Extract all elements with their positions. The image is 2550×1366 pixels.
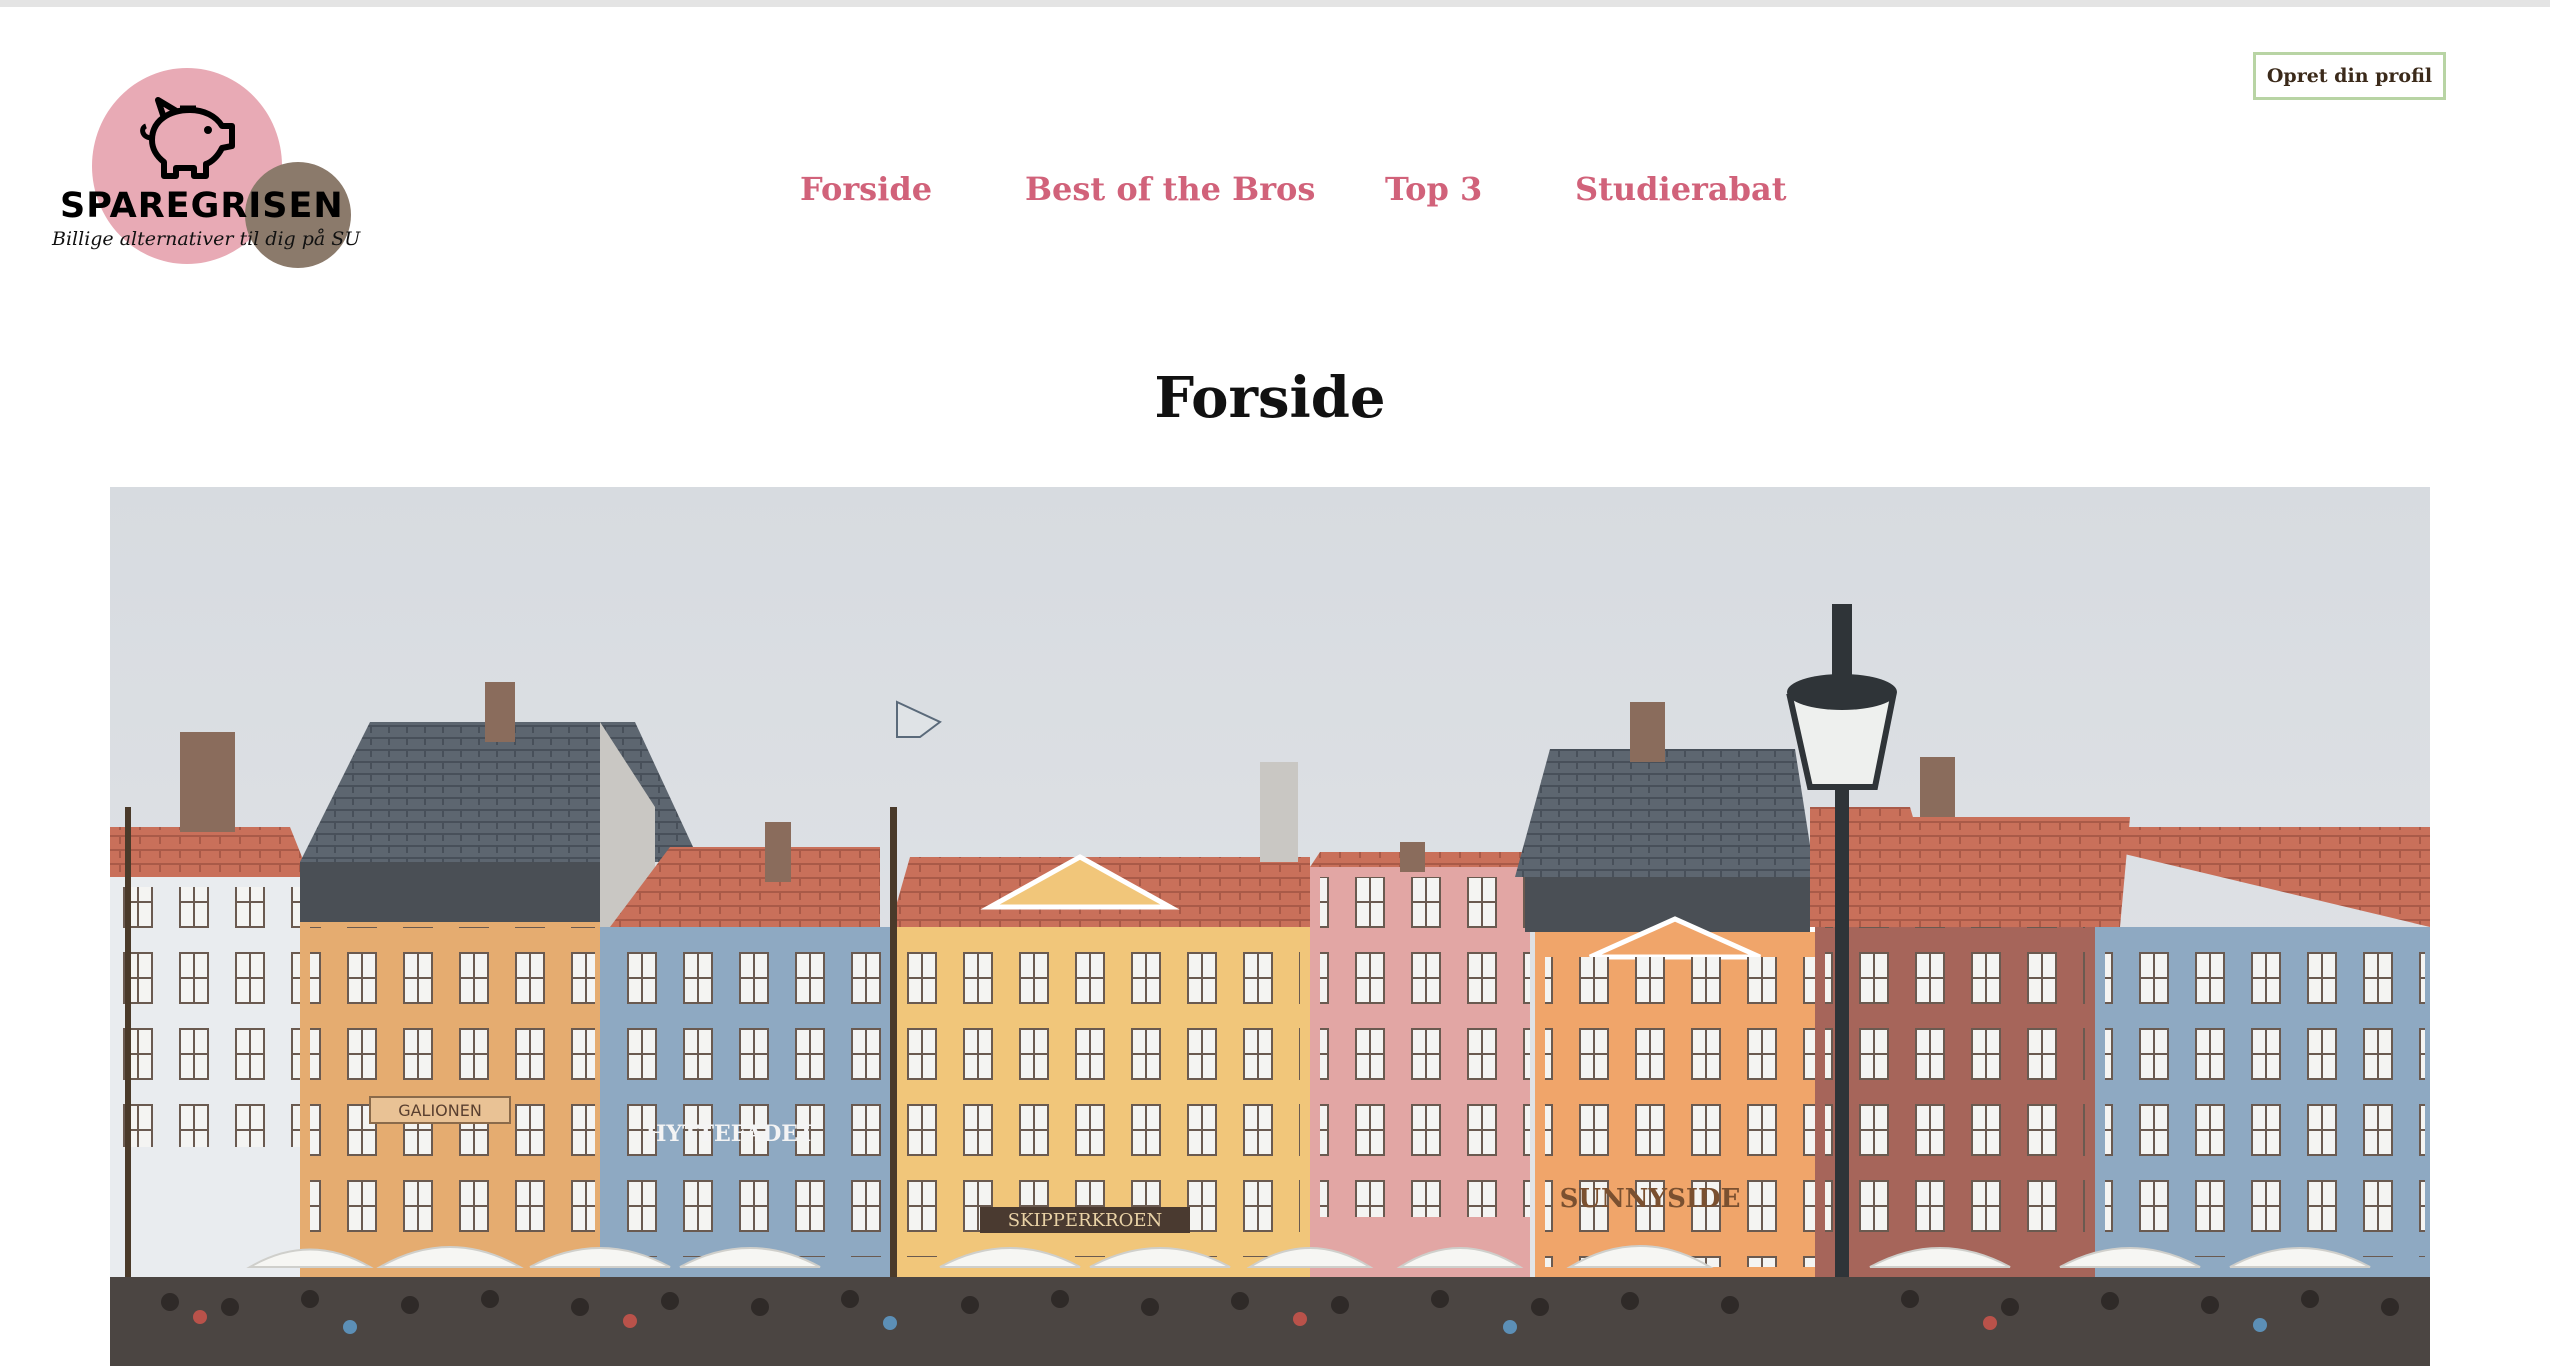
hero-illustration: GALIONEN HYTTEFADET SKIPPERKROEN SUNNYSI… — [110, 487, 2430, 1366]
nav-link-best-of-the-bros[interactable]: Best of the Bros — [1025, 170, 1315, 208]
logo-tagline: Billige alternativer til dig på SU — [52, 228, 361, 250]
sign-sunnyside: SUNNYSIDE — [1560, 1184, 1741, 1214]
sign-skipperkroen: SKIPPERKROEN — [1008, 1210, 1162, 1231]
sign-galionen: GALIONEN — [398, 1101, 482, 1120]
piggy-bank-icon — [140, 97, 235, 179]
nav-link-forside[interactable]: Forside — [800, 170, 932, 208]
create-profile-button[interactable]: Opret din profil — [2253, 52, 2446, 100]
nav-link-studierabat[interactable]: Studierabat — [1575, 170, 1787, 208]
page-title: Forside — [1154, 365, 1386, 431]
site-logo[interactable]: SPAREGRISEN Billige alternativer til dig… — [50, 68, 360, 268]
main-nav: Forside Best of the Bros Top 3 Studierab… — [0, 170, 2550, 220]
hero-image-nyhavn: GALIONEN HYTTEFADET SKIPPERKROEN SUNNYSI… — [110, 487, 2430, 1366]
sign-hyttefadet: HYTTEFADET — [646, 1121, 815, 1147]
nav-link-top-3[interactable]: Top 3 — [1385, 170, 1482, 208]
top-divider — [0, 0, 2550, 7]
